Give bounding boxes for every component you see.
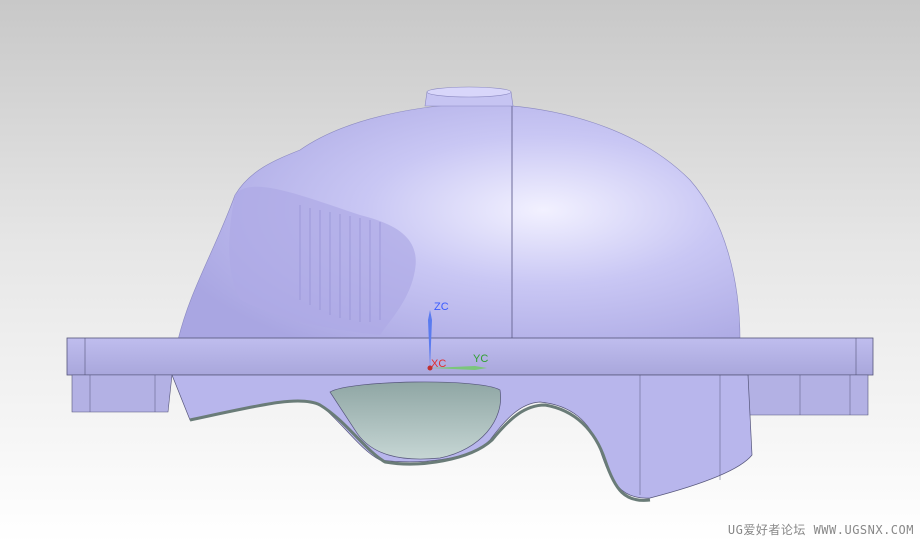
left-skirt <box>71 374 173 413</box>
helmet-mold-model[interactable] <box>0 0 920 543</box>
xc-axis-label: XC <box>431 358 447 370</box>
zc-axis-label: ZC <box>434 301 449 313</box>
watermark: UG爱好者论坛 WWW.UGSNX.COM <box>727 523 914 537</box>
yc-axis-label: YC <box>473 353 489 365</box>
graphics-viewport[interactable]: ZC XC YC UG爱好者论坛 WWW.UGSNX.COM <box>0 0 920 543</box>
